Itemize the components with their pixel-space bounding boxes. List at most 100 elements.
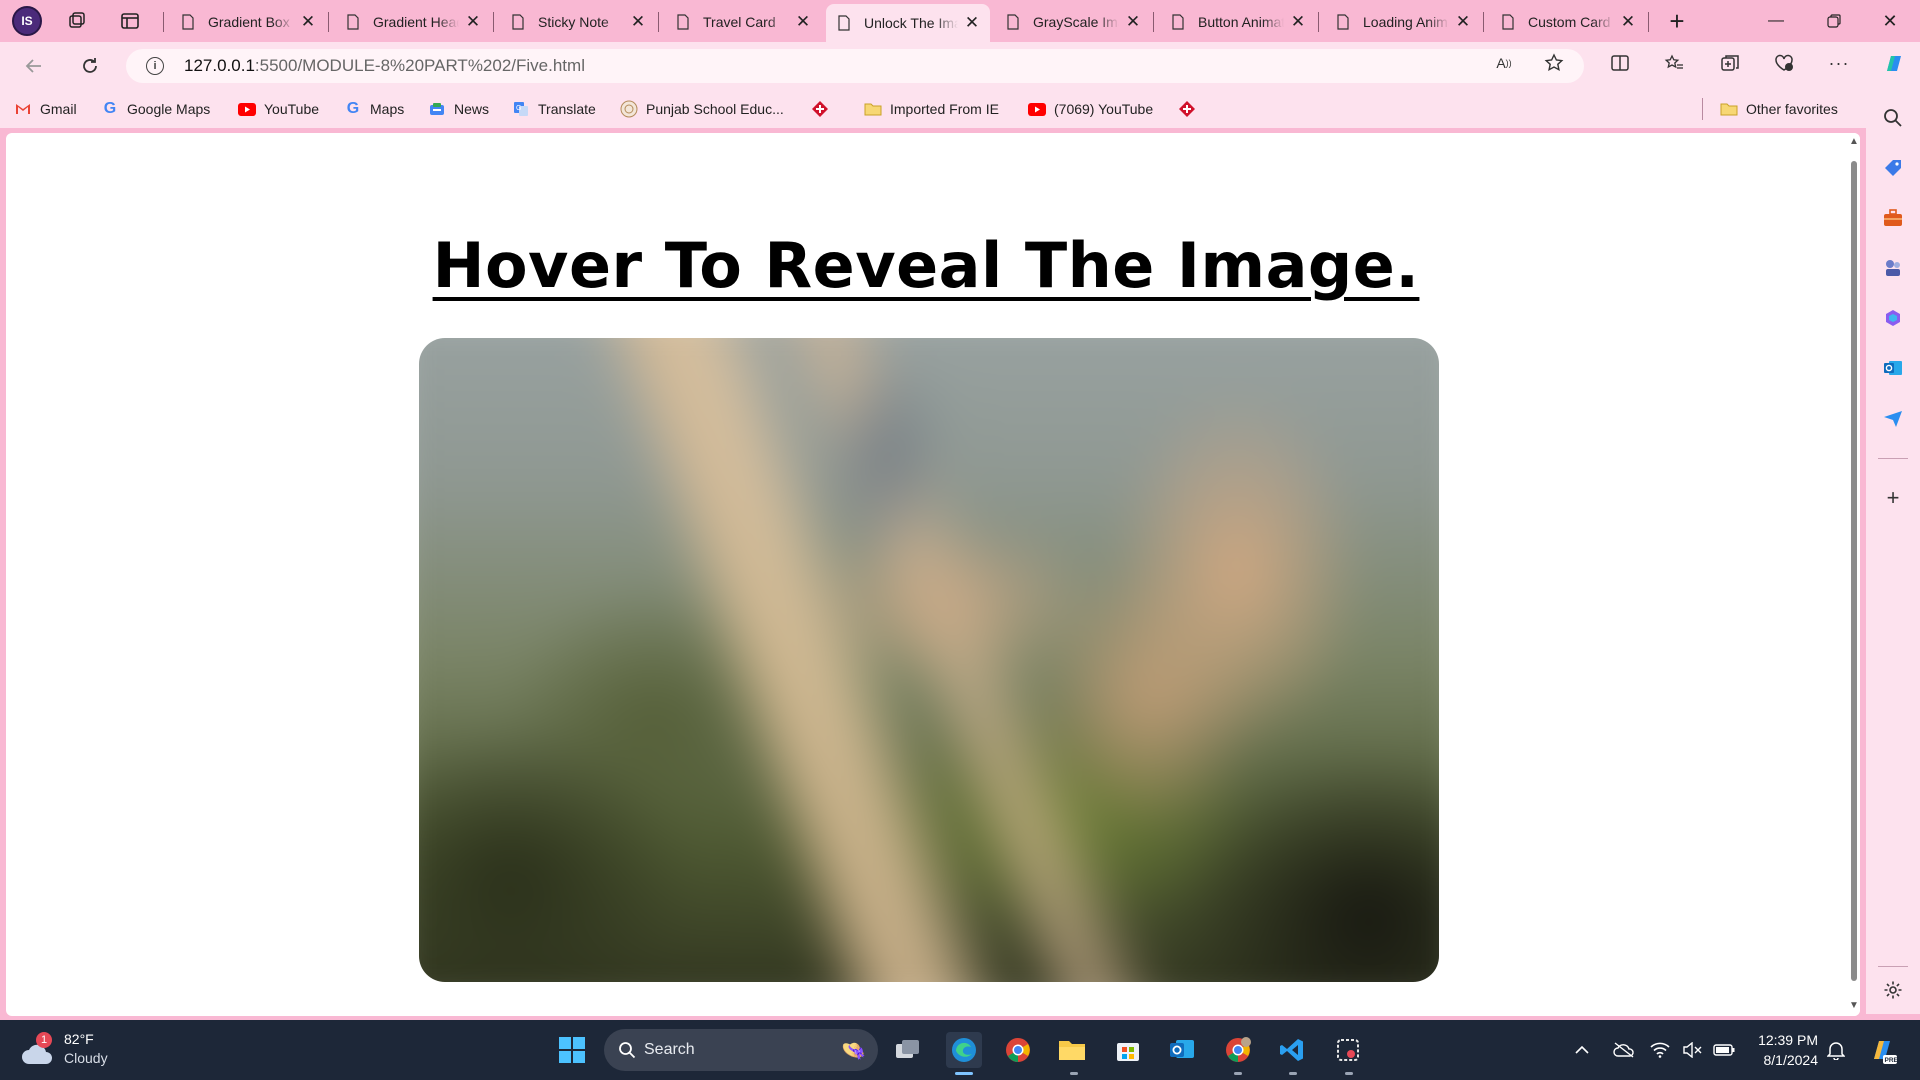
tab-sticky-note[interactable]: Sticky Note ✕	[500, 4, 656, 40]
clock-date: 8/1/2024	[1763, 1052, 1819, 1068]
more-options-icon[interactable]: ···	[1825, 49, 1853, 77]
read-aloud-icon[interactable]: A))	[1490, 49, 1518, 77]
copilot-pre-icon[interactable]: PRE	[1866, 1034, 1898, 1066]
weather-widget[interactable]: 1 82°F Cloudy	[20, 1030, 108, 1068]
svg-text:PRE: PRE	[1885, 1057, 1898, 1064]
blurred-hover-image[interactable]	[419, 338, 1439, 982]
close-icon[interactable]: ✕	[465, 12, 481, 32]
blurred-image-content	[419, 338, 1439, 982]
scroll-down-icon[interactable]: ▼	[1849, 1001, 1859, 1011]
vertical-scrollbar[interactable]: ▲ ▼	[1848, 133, 1860, 1016]
favorite-youtube[interactable]: YouTube	[238, 98, 319, 120]
favorite-punjab-school[interactable]: Punjab School Educ...	[620, 98, 784, 120]
google-icon: G	[103, 100, 117, 117]
add-icon[interactable]: +	[1879, 484, 1907, 512]
favorite-gmail[interactable]: Gmail	[14, 98, 77, 120]
folder-icon	[1720, 100, 1738, 118]
school-icon	[620, 100, 638, 118]
tab-label: Sticky Note	[538, 14, 609, 30]
tab-label: Loading Animation	[1363, 14, 1449, 30]
close-icon[interactable]: ✕	[1290, 12, 1306, 32]
file-explorer-icon[interactable]	[1054, 1032, 1090, 1068]
back-icon[interactable]	[20, 52, 48, 80]
system-clock[interactable]: 12:39 PM 8/1/2024	[1748, 1030, 1818, 1070]
collections-icon[interactable]	[1716, 49, 1744, 77]
task-view-icon[interactable]	[890, 1032, 926, 1068]
tab-travel-card[interactable]: Travel Card ✕	[665, 4, 821, 40]
new-tab-icon[interactable]: +	[1664, 6, 1690, 36]
show-hidden-icons-icon[interactable]	[1570, 1038, 1594, 1062]
chrome-profile-icon[interactable]	[1220, 1032, 1256, 1068]
favorite-translate[interactable]: G Translate	[512, 98, 596, 120]
tab-custom-card[interactable]: Custom Card ✕	[1490, 4, 1646, 40]
volume-muted-icon[interactable]	[1680, 1038, 1704, 1062]
favorite-label: Google Maps	[127, 101, 211, 117]
microsoft-365-icon[interactable]	[1879, 304, 1907, 332]
favorite-youtube-7069[interactable]: (7069) YouTube	[1028, 98, 1153, 120]
favorites-icon[interactable]	[1660, 49, 1688, 77]
tab-actions-icon[interactable]	[117, 8, 143, 34]
edge-browser-icon[interactable]	[946, 1032, 982, 1068]
favorite-label: Maps	[370, 101, 405, 117]
start-windows-icon[interactable]	[554, 1032, 590, 1068]
notifications-bell-icon[interactable]	[1824, 1038, 1848, 1062]
tab-unlock-the-image[interactable]: Unlock The Image ✕	[826, 4, 990, 42]
taskbar-search[interactable]: Search 👒	[604, 1029, 878, 1071]
microsoft-store-icon[interactable]	[1110, 1032, 1146, 1068]
split-screen-icon[interactable]	[1606, 49, 1634, 77]
close-icon[interactable]: ✕	[964, 13, 980, 33]
favorite-maps[interactable]: G Maps	[344, 98, 404, 120]
minimize-icon[interactable]: —	[1748, 0, 1804, 42]
send-icon[interactable]	[1879, 404, 1907, 432]
settings-gear-icon[interactable]	[1879, 976, 1907, 1004]
close-icon[interactable]: ✕	[300, 12, 316, 32]
tab-gradient-box[interactable]: Gradient Box ✕	[170, 4, 326, 40]
copilot-icon[interactable]	[1880, 50, 1908, 78]
favorite-news[interactable]: News	[428, 98, 489, 120]
other-favorites[interactable]: Other favorites	[1720, 98, 1838, 120]
close-icon[interactable]: ✕	[1620, 12, 1636, 32]
scroll-thumb[interactable]	[1851, 161, 1857, 981]
wifi-icon[interactable]	[1648, 1038, 1672, 1062]
close-window-icon[interactable]: ✕	[1862, 0, 1918, 42]
chrome-icon[interactable]	[1000, 1032, 1036, 1068]
site-info-icon[interactable]: i	[146, 57, 164, 75]
close-icon[interactable]: ✕	[795, 12, 811, 32]
favorite-star-icon[interactable]	[1540, 49, 1568, 77]
scroll-up-icon[interactable]: ▲	[1849, 137, 1859, 147]
tab-grayscale-image[interactable]: GrayScale Image ✕	[995, 4, 1151, 40]
windows-taskbar: 1 82°F Cloudy Search 👒 12:39 PM 8/1/2024…	[0, 1020, 1920, 1080]
tab-button-animation[interactable]: Button Animation ✕	[1160, 4, 1316, 40]
restore-icon[interactable]	[1806, 0, 1862, 42]
translate-icon: G	[512, 100, 530, 118]
onedrive-offline-icon[interactable]	[1612, 1038, 1636, 1062]
search-icon[interactable]	[1879, 104, 1907, 132]
close-icon[interactable]: ✕	[630, 12, 646, 32]
vscode-icon[interactable]	[1274, 1032, 1310, 1068]
tab-gradient-heading[interactable]: Gradient Heading ✕	[335, 4, 491, 40]
outlook-icon[interactable]	[1879, 354, 1907, 382]
favorite-red-diamond-2[interactable]	[1178, 98, 1204, 120]
outlook-new-icon[interactable]	[1164, 1032, 1200, 1068]
favorite-red-diamond[interactable]	[811, 98, 837, 120]
url-text[interactable]: 127.0.0.1:5500/MODULE-8%20PART%202/Five.…	[184, 56, 585, 76]
refresh-icon[interactable]	[76, 52, 104, 80]
favorite-label: Punjab School Educ...	[646, 101, 784, 117]
close-icon[interactable]: ✕	[1125, 12, 1141, 32]
workspaces-icon[interactable]	[64, 8, 90, 34]
address-bar[interactable]: i 127.0.0.1:5500/MODULE-8%20PART%202/Fiv…	[126, 49, 1584, 83]
tab-loading-animation[interactable]: Loading Animation ✕	[1325, 4, 1481, 40]
favorites-bar: Gmail G Google Maps YouTube G Maps News …	[0, 90, 1920, 128]
games-icon[interactable]	[1879, 254, 1907, 282]
favorite-label: Translate	[538, 101, 596, 117]
shopping-tag-icon[interactable]	[1879, 154, 1907, 182]
profile-avatar[interactable]: IS	[12, 6, 42, 36]
favorite-imported-from-ie[interactable]: Imported From IE	[864, 98, 999, 120]
tab-label: Custom Card	[1528, 14, 1611, 30]
snipping-tool-icon[interactable]	[1330, 1032, 1366, 1068]
tools-briefcase-icon[interactable]	[1879, 204, 1907, 232]
browser-essentials-icon[interactable]	[1770, 49, 1798, 77]
close-icon[interactable]: ✕	[1455, 12, 1471, 32]
battery-icon[interactable]	[1712, 1038, 1736, 1062]
favorite-google-maps[interactable]: G Google Maps	[101, 98, 211, 120]
